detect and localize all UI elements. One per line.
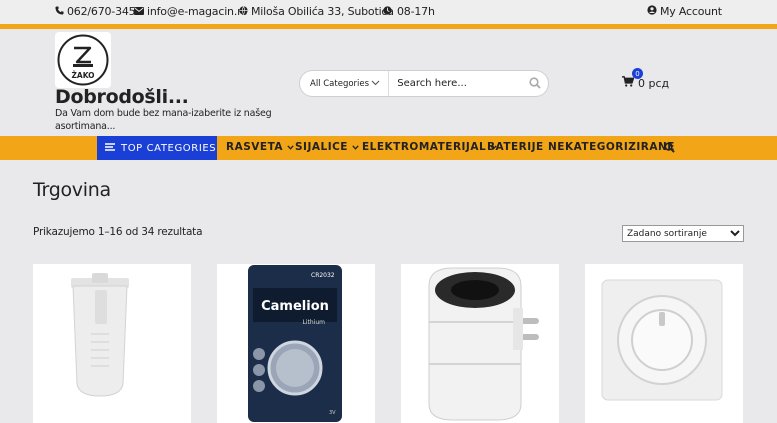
clock-icon: [383, 5, 392, 18]
search-icon: [664, 142, 675, 156]
mini-cart[interactable]: 0 0 рсд: [622, 68, 670, 90]
site-logo[interactable]: ŽAKO: [55, 32, 111, 88]
top-bar: 062/670-345 info@e-magacin.rs Miloša Obi…: [0, 0, 777, 24]
working-hours: 08-17h: [383, 5, 435, 18]
site-description: Da Vam dom bude bez mana-izaberite iz na…: [55, 108, 272, 132]
product-search: All Categories: [299, 70, 549, 97]
battery-model-label: CR2032: [311, 272, 335, 279]
category-select-value: All Categories: [310, 78, 370, 89]
dimmer-switch-image: [601, 279, 723, 401]
phone-number: 062/670-345: [67, 5, 136, 18]
svg-text:ŽAKO: ŽAKO: [71, 71, 94, 80]
globe-icon: [239, 5, 248, 18]
result-count: Prikazujemo 1–16 od 34 rezultata: [33, 226, 203, 238]
nav-item-baterije[interactable]: BATERIJE: [487, 141, 544, 153]
battery-brand-label: Camelion: [261, 299, 329, 314]
nav-item-label: ELEKTROMATERIJAL: [362, 141, 487, 153]
nav-item-sijalice[interactable]: SIJALICE: [295, 141, 359, 153]
zako-logo-icon: ŽAKO: [57, 34, 109, 86]
cart-total: 0 рсд: [638, 76, 670, 90]
phone-icon: [55, 5, 64, 18]
hours-text: 08-17h: [397, 5, 435, 18]
chevron-down-icon: [352, 141, 359, 153]
nav-search-button[interactable]: [664, 142, 675, 156]
site-title[interactable]: Dobrodošli...: [55, 86, 189, 108]
menu-lines-icon: [105, 142, 115, 154]
my-account-link[interactable]: My Account: [647, 5, 722, 18]
nav-item-label: BATERIJE: [487, 141, 544, 153]
product-card[interactable]: CR2032 Camelion Lithium 3V: [217, 264, 375, 423]
email-address: info@e-magacin.rs: [147, 5, 247, 18]
nav-item-label: SIJALICE: [295, 141, 348, 153]
address-text: Miloša Obilića 33, Subotica: [251, 5, 394, 18]
phone-contact[interactable]: 062/670-345: [55, 5, 136, 18]
category-select[interactable]: All Categories: [300, 71, 390, 96]
cart-count-badge: 0: [632, 68, 643, 79]
product-card[interactable]: [585, 264, 743, 423]
sort-select[interactable]: Zadano sortiranje: [622, 225, 744, 242]
top-categories-button[interactable]: TOP CATEGORIES: [97, 136, 217, 160]
email-contact[interactable]: info@e-magacin.rs: [134, 5, 247, 18]
nav-item-rasveta[interactable]: RASVETA: [226, 141, 294, 153]
battery-voltage-label: 3V: [329, 410, 336, 416]
search-icon: [529, 74, 541, 93]
chevron-down-icon: [287, 141, 294, 153]
camelion-battery-image: CR2032 Camelion Lithium 3V: [248, 265, 342, 422]
product-card[interactable]: [401, 264, 559, 423]
white-plastic-cap-image: [71, 273, 129, 397]
nav-item-nekategorizirane[interactable]: NEKATEGORIZIRANE: [548, 141, 675, 153]
page-title: Trgovina: [33, 179, 111, 201]
search-input[interactable]: [389, 78, 523, 89]
user-circle-icon: [647, 5, 657, 18]
top-categories-label: TOP CATEGORIES: [121, 142, 217, 154]
envelope-icon: [134, 5, 144, 18]
main-navigation: TOP CATEGORIES RASVETA SIJALICE ELEKTROM…: [0, 136, 777, 160]
search-button[interactable]: [522, 74, 548, 93]
triple-socket-adapter-image: [428, 267, 539, 421]
nav-item-label: RASVETA: [226, 141, 284, 153]
address-contact[interactable]: Miloša Obilića 33, Subotica: [239, 5, 394, 18]
battery-type-label: Lithium: [303, 319, 326, 326]
product-card[interactable]: [33, 264, 191, 423]
nav-item-label: NEKATEGORIZIRANE: [548, 141, 675, 153]
shopping-cart-icon: [622, 76, 635, 90]
my-account-label: My Account: [660, 5, 722, 18]
nav-item-elektromaterijal[interactable]: ELEKTROMATERIJAL: [362, 141, 497, 153]
chevron-down-icon: [371, 79, 380, 89]
